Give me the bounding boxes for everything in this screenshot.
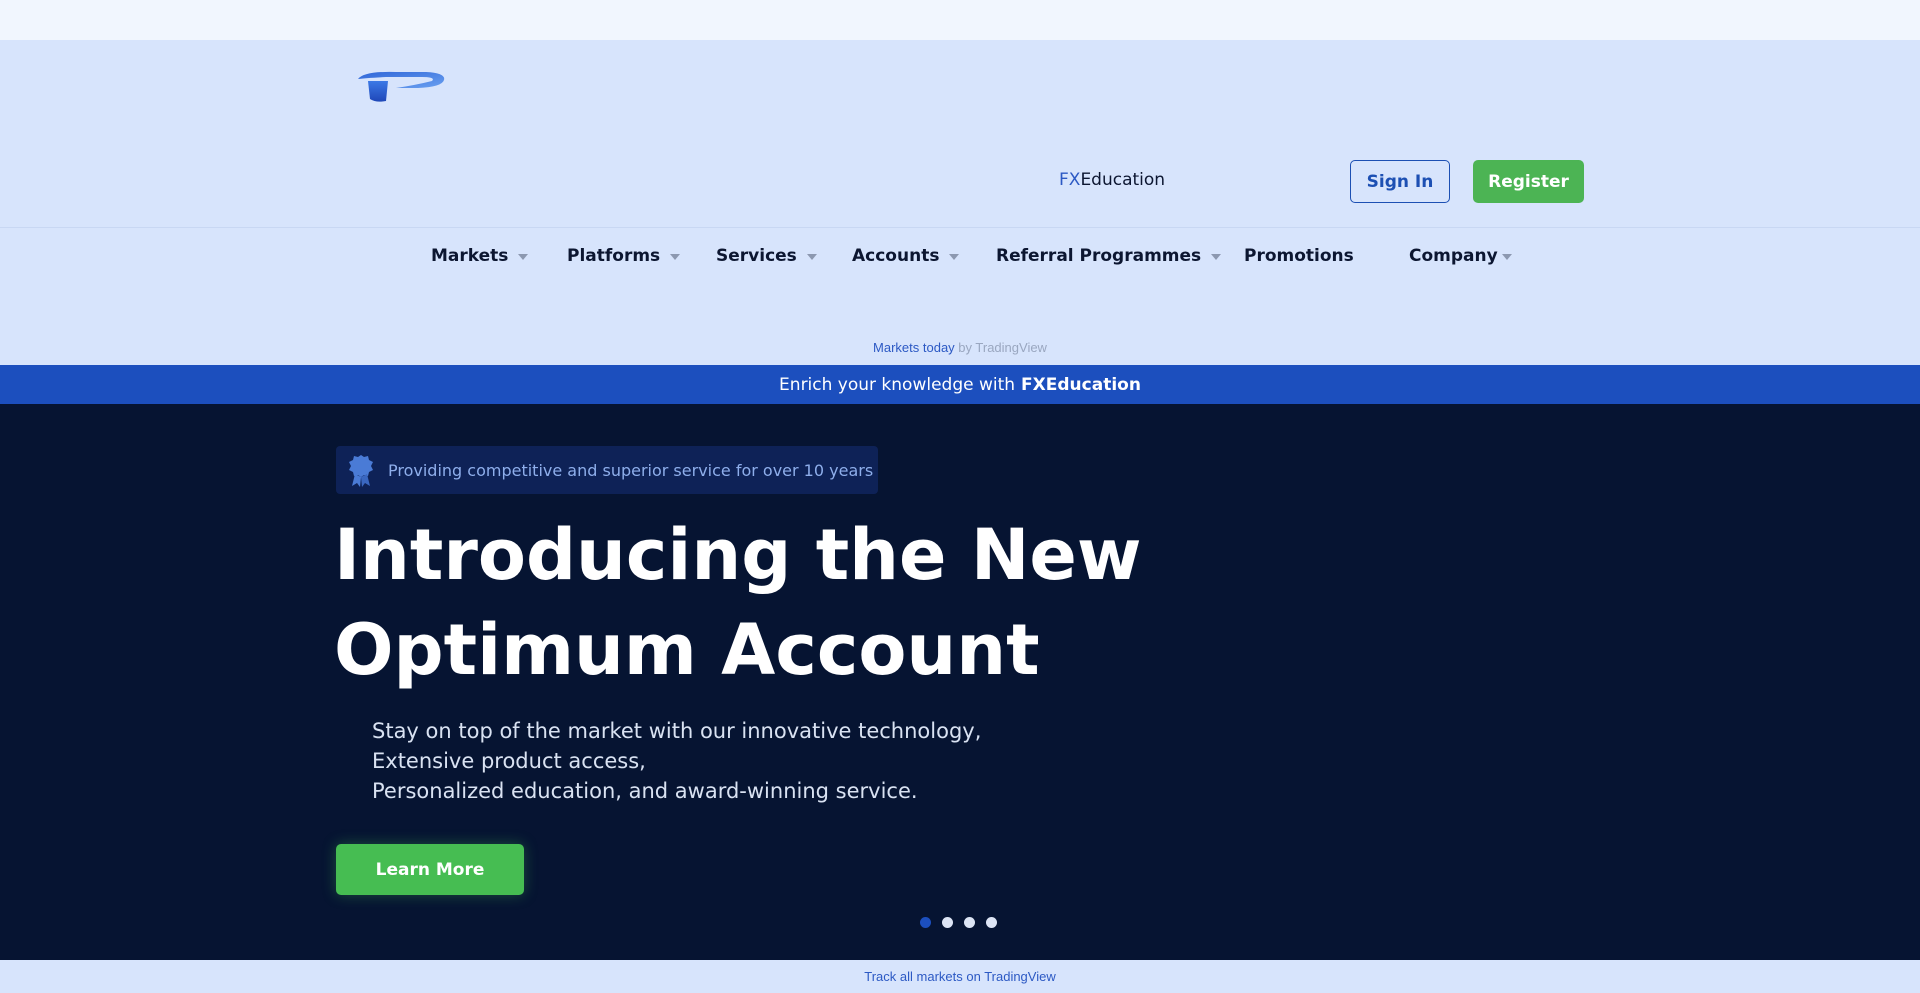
caret-down-icon [670, 254, 681, 260]
ticker-by-text: by TradingView [954, 340, 1047, 355]
brand-logo-icon[interactable] [356, 69, 446, 105]
hero-title: Introducing the New Optimum Account [334, 508, 1234, 698]
nav-item-label: Platforms [567, 246, 661, 266]
fxeducation-link-suffix: Education [1080, 170, 1166, 190]
learn-more-button[interactable]: Learn More [336, 844, 524, 895]
track-markets-link[interactable]: Track all markets on TradingView [864, 969, 1055, 984]
carousel-dots [920, 917, 1008, 928]
fxeducation-link[interactable]: FXEducation [1059, 170, 1165, 190]
header-divider [0, 227, 1920, 228]
service-badge: Providing competitive and superior servi… [336, 446, 878, 494]
markets-today-link[interactable]: Markets today [873, 340, 955, 355]
sign-in-button[interactable]: Sign In [1350, 160, 1450, 203]
carousel-dot-1[interactable] [920, 917, 931, 928]
nav-item-markets[interactable]: Markets [431, 244, 529, 268]
nav-item-label: Promotions [1244, 246, 1354, 266]
nav-item-services[interactable]: Services [716, 244, 817, 268]
nav-item-referral-programmes[interactable]: Referral Programmes [996, 244, 1222, 268]
nav-item-label: Company [1409, 246, 1498, 266]
caret-down-icon [949, 254, 960, 260]
nav-item-accounts[interactable]: Accounts [852, 244, 960, 268]
nav-item-company[interactable]: Company [1409, 244, 1512, 268]
site-header [0, 40, 1920, 365]
hero-desc-line: Stay on top of the market with our innov… [372, 719, 982, 743]
banner-bold-text: FXEducation [1021, 374, 1141, 395]
tradingview-bar: Track all markets on TradingView [0, 960, 1920, 993]
nav-item-label: Accounts [852, 246, 940, 266]
award-ribbon-icon [349, 455, 373, 487]
nav-item-label: Services [716, 246, 797, 266]
carousel-dot-3[interactable] [964, 917, 975, 928]
nav-item-label: Referral Programmes [996, 246, 1202, 266]
badge-text: Providing competitive and superior servi… [388, 460, 874, 480]
caret-down-icon [806, 254, 817, 260]
nav-item-promotions[interactable]: Promotions [1244, 244, 1354, 268]
hero-desc-line: Personalized education, and award-winnin… [372, 779, 918, 803]
hero-description: Stay on top of the market with our innov… [372, 716, 981, 806]
hero-desc-line: Extensive product access, [372, 749, 646, 773]
ticker-attribution: Markets today by TradingView [0, 340, 1920, 355]
register-button[interactable]: Register [1473, 160, 1584, 203]
caret-down-icon [518, 254, 529, 260]
nav-item-label: Markets [431, 246, 509, 266]
carousel-dot-2[interactable] [942, 917, 953, 928]
caret-down-icon [1501, 254, 1512, 260]
carousel-dot-4[interactable] [986, 917, 997, 928]
fxeducation-link-prefix: FX [1059, 170, 1081, 190]
top-strip [0, 0, 1920, 40]
caret-down-icon [1211, 254, 1222, 260]
hero-title-line-2: Optimum Account [334, 609, 1040, 691]
hero-title-line-1: Introducing the New [334, 514, 1142, 596]
nav-item-platforms[interactable]: Platforms [567, 244, 681, 268]
banner-text: Enrich your knowledge with [779, 374, 1016, 395]
fxeducation-banner[interactable]: Enrich your knowledge with FXEducation [0, 365, 1920, 404]
